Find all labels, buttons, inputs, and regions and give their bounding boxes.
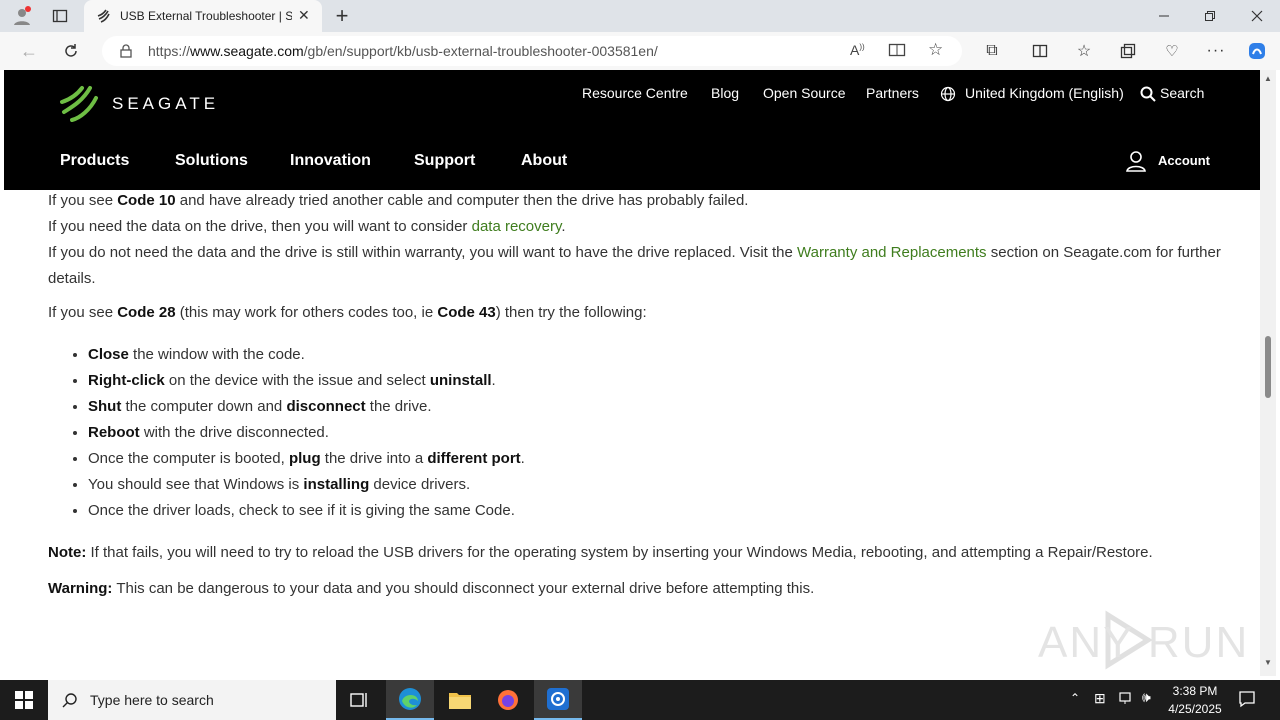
taskbar-search-box[interactable]: Type here to search [48,680,336,720]
scroll-down-icon[interactable]: ▼ [1264,658,1272,667]
globe-icon [940,86,956,107]
warning-paragraph: Warning: This can be dangerous to your d… [48,580,815,597]
list-item: You should see that Windows is installin… [88,472,1228,498]
restore-icon[interactable] [1196,4,1224,28]
file-explorer-icon[interactable] [436,680,484,720]
collections-icon[interactable] [1116,38,1140,64]
read-aloud-icon[interactable]: A)) [850,42,865,58]
media-app-icon[interactable] [534,680,582,720]
list-item: Once the driver loads, check to see if i… [88,498,1228,524]
search-icon[interactable] [1140,86,1156,107]
tab-title: USB External Troubleshooter | Sea [120,9,292,23]
network-icon[interactable] [1118,690,1134,711]
mainnav-support[interactable]: Support [414,152,475,170]
tray-chevron-icon[interactable]: ⌃ [1070,691,1080,705]
nav-region-selector[interactable]: United Kingdom (English) [965,85,1124,101]
split-screen-icon[interactable] [1028,38,1052,64]
mainnav-about[interactable]: About [521,152,567,170]
more-menu-icon[interactable]: ··· [1204,38,1228,64]
nav-blog[interactable]: Blog [711,85,739,101]
seagate-logo-text: SEAGATE [112,94,220,113]
nav-partners[interactable]: Partners [866,85,919,101]
task-view-icon[interactable] [336,680,384,720]
browser-essentials-icon[interactable]: ♡ [1160,38,1184,64]
taskbar-search-icon [62,693,77,708]
anyrun-watermark: ANY RUN [1038,610,1247,670]
lock-icon[interactable] [120,44,132,58]
article-content: If you see Code 10 and have already trie… [48,190,1228,602]
tab-close-icon[interactable]: ✕ [298,7,310,24]
note-paragraph: Note: If that fails, you will need to tr… [48,544,1153,561]
mainnav-solutions[interactable]: Solutions [175,152,248,170]
refresh-icon[interactable] [58,38,84,64]
account-icon[interactable] [1125,150,1147,177]
nav-resource-centre[interactable]: Resource Centre [582,85,688,101]
back-icon[interactable]: ← [16,38,42,64]
scroll-up-icon[interactable]: ▲ [1264,74,1272,83]
paragraph-data-recovery: If you need the data on the drive, then … [48,218,566,235]
nav-open-source[interactable]: Open Source [763,85,846,101]
immersive-reader-icon[interactable] [888,41,906,62]
browser-toolbar: ← https://www.seagate.com/gb/en/support/… [0,32,1280,70]
paragraph-code28: If you see Code 28 (this may work for ot… [48,304,647,321]
profile-icon[interactable] [8,4,36,28]
copilot-icon[interactable] [1244,38,1270,64]
list-item: Right-click on the device with the issue… [88,368,1228,394]
new-tab-icon[interactable]: + [330,3,354,28]
minimize-icon[interactable] [1150,4,1178,28]
account-link[interactable]: Account [1158,153,1210,168]
favorites-icon[interactable]: ☆ [1072,38,1096,64]
list-item: Shut the computer down and disconnect th… [88,394,1228,420]
volume-icon[interactable]: 🕪 [1142,689,1151,706]
extensions-icon[interactable]: ⧉ [980,38,1004,64]
watermark-text: ANY RUN [1038,618,1250,667]
mainnav-products[interactable]: Products [60,152,129,170]
taskbar-search-placeholder: Type here to search [90,692,214,708]
edge-taskbar-icon[interactable] [386,680,434,720]
mainnav-innovation[interactable]: Innovation [290,152,371,170]
favorite-star-icon[interactable]: ☆ [928,40,943,60]
clock-date: 4/25/2025 [1168,702,1222,716]
windows-taskbar: Type here to search ⌃ ⊞ 🕪 3:38 PM 4/25/2… [0,680,1280,720]
tab-actions-icon[interactable] [48,4,72,28]
scrollbar-thumb[interactable] [1265,336,1271,398]
page-scrollbar[interactable]: ▲ ▼ [1260,70,1276,676]
nav-search[interactable]: Search [1160,85,1204,101]
notifications-icon[interactable] [1238,690,1256,713]
data-recovery-link[interactable]: data recovery [472,218,562,235]
taskbar-clock[interactable]: 3:38 PM 4/25/2025 [1160,682,1230,718]
paragraph-warranty: If you do not need the data and the driv… [48,244,1221,287]
browser-tab-bar: USB External Troubleshooter | Sea ✕ + [0,0,1280,32]
seagate-logo-icon [60,86,98,122]
firefox-icon[interactable] [484,680,532,720]
warranty-link[interactable]: Warranty and Replacements [797,244,987,261]
clock-time: 3:38 PM [1172,684,1218,698]
steps-list: Close the window with the code. Right-cl… [88,342,1228,524]
list-item: Reboot with the drive disconnected. [88,420,1228,446]
tab-active[interactable]: USB External Troubleshooter | Sea ✕ [84,0,322,32]
page-viewport: SEAGATE Resource Centre Blog Open Source… [4,70,1260,676]
address-bar[interactable]: https://www.seagate.com/gb/en/support/kb… [102,36,962,66]
seagate-logo[interactable]: SEAGATE [58,84,219,124]
close-window-icon[interactable] [1243,4,1271,28]
seagate-favicon-icon [97,9,110,23]
url-text: https://www.seagate.com/gb/en/support/kb… [148,43,658,59]
site-header: SEAGATE Resource Centre Blog Open Source… [4,70,1260,190]
list-item: Close the window with the code. [88,342,1228,368]
windows-start-icon[interactable] [0,680,48,720]
list-item: Once the computer is booted, plug the dr… [88,446,1228,472]
tray-device-icon[interactable]: ⊞ [1094,690,1106,707]
paragraph-code10: If you see Code 10 and have already trie… [48,192,749,209]
